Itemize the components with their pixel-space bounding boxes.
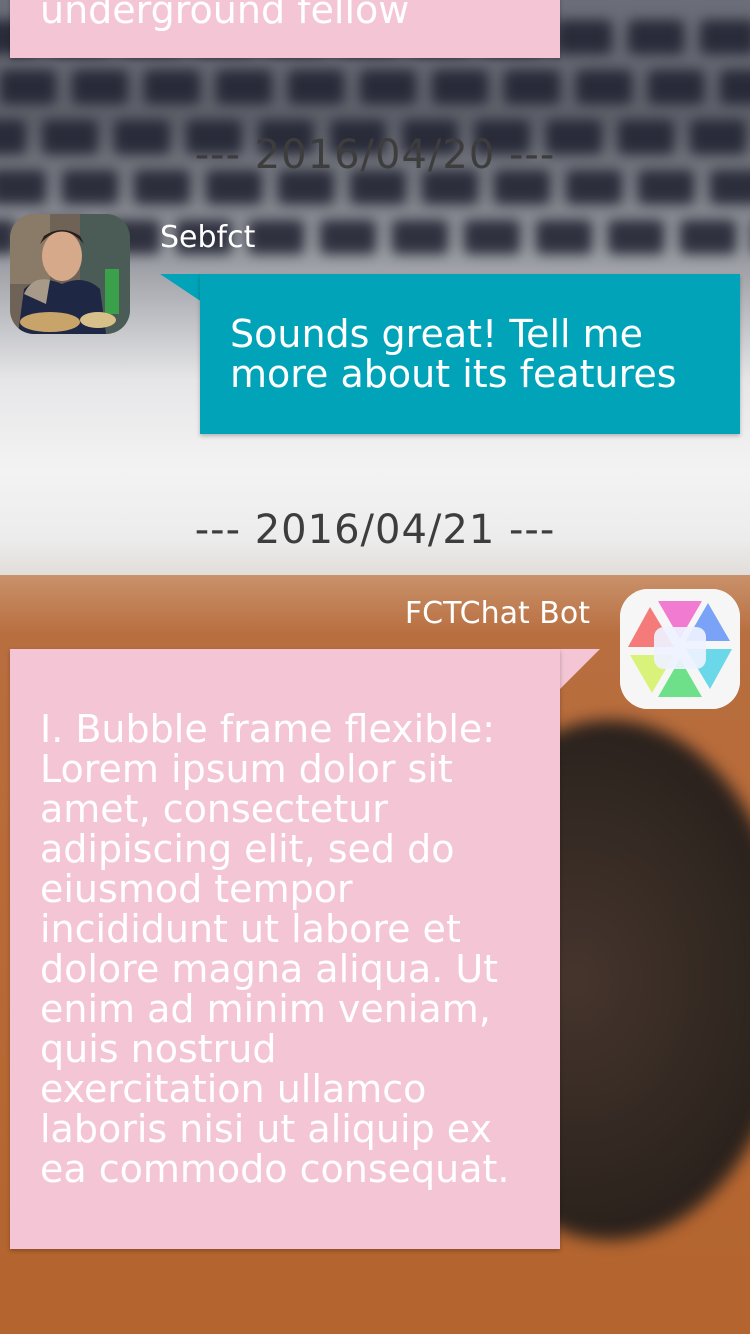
user-avatar[interactable]: [10, 214, 130, 334]
previous-message-text: underground fellow: [40, 0, 410, 32]
previous-message-bubble[interactable]: underground fellow: [10, 0, 560, 58]
bot-message-text: I. Bubble frame flexible: Lorem ipsum do…: [40, 707, 510, 1191]
user-message-bubble[interactable]: Sounds great! Tell me more about its fea…: [200, 274, 740, 434]
date-separator: --- 2016/04/20 ---: [194, 132, 556, 178]
user-name: Sebfct: [160, 220, 256, 255]
user-photo-icon: [10, 214, 130, 334]
date-separator: --- 2016/04/21 ---: [194, 507, 556, 553]
bot-message-bubble[interactable]: I. Bubble frame flexible: Lorem ipsum do…: [10, 649, 560, 1249]
bot-avatar[interactable]: [620, 589, 740, 709]
user-message-text: Sounds great! Tell me more about its fea…: [230, 312, 677, 396]
bot-name: FCTChat Bot: [404, 596, 590, 631]
fctchat-logo-icon: [620, 589, 740, 709]
